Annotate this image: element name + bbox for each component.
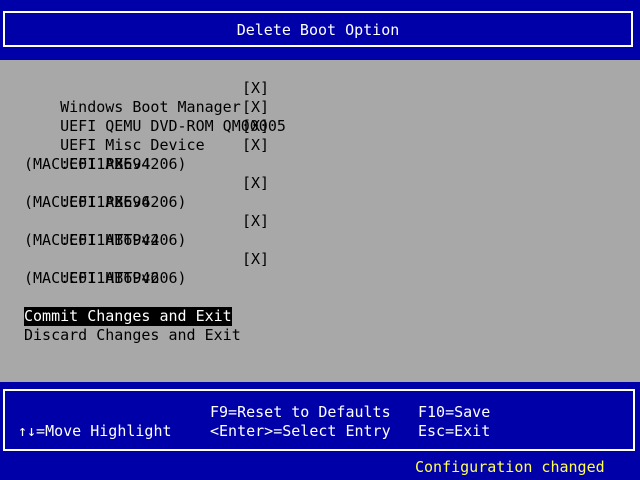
boot-option-checkbox[interactable]: [X] xyxy=(242,136,269,155)
reset-defaults-hint: F9=Reset to Defaults xyxy=(210,403,391,421)
page-title: Delete Boot Option xyxy=(236,21,400,39)
discard-changes-button[interactable]: Discard Changes and Exit xyxy=(24,326,241,345)
boot-option-checkbox[interactable]: [X] xyxy=(242,250,269,269)
boot-option-mac-detail: (MAC:C011AB694206) xyxy=(24,269,187,287)
help-bar: ↑↓=Move Highlight F9=Reset to Defaults <… xyxy=(3,389,635,451)
commit-changes-button[interactable]: Commit Changes and Exit xyxy=(24,307,232,326)
boot-option-uefi-pxev6[interactable]: UEFI PXEv6 xyxy=(24,174,150,211)
boot-option-checkbox[interactable]: [X] xyxy=(242,98,269,117)
boot-option-checkbox[interactable]: [X] xyxy=(242,212,269,231)
boot-option-mac-detail: (MAC:C011AB694206) xyxy=(24,155,187,173)
boot-option-uefi-httpv4[interactable]: UEFI HTTPv4 xyxy=(24,212,159,249)
exit-hint: Esc=Exit xyxy=(418,422,491,440)
main-panel: Windows Boot Manager [X] UEFI QEMU DVD-R… xyxy=(0,60,640,382)
move-highlight-hint: ↑↓=Move Highlight xyxy=(18,422,172,440)
boot-option-uefi-misc-device[interactable]: UEFI Misc Device xyxy=(24,117,205,154)
title-bar: Delete Boot Option xyxy=(3,11,633,47)
boot-option-windows-boot-manager[interactable]: Windows Boot Manager xyxy=(24,79,241,116)
boot-option-checkbox[interactable]: [X] xyxy=(242,117,269,136)
boot-option-checkbox[interactable]: [X] xyxy=(242,79,269,98)
boot-option-checkbox[interactable]: [X] xyxy=(242,174,269,193)
boot-option-mac-detail: (MAC:C011AB694206) xyxy=(24,193,187,211)
save-hint: F10=Save xyxy=(418,403,491,421)
select-entry-hint: <Enter>=Select Entry xyxy=(210,422,391,440)
boot-option-uefi-pxev4[interactable]: UEFI PXEv4 xyxy=(24,136,150,173)
boot-option-mac-detail: (MAC:C011AB694206) xyxy=(24,231,187,249)
status-message: Configuration changed xyxy=(415,458,605,476)
boot-option-uefi-httpv6[interactable]: UEFI HTTPv6 xyxy=(24,250,159,287)
